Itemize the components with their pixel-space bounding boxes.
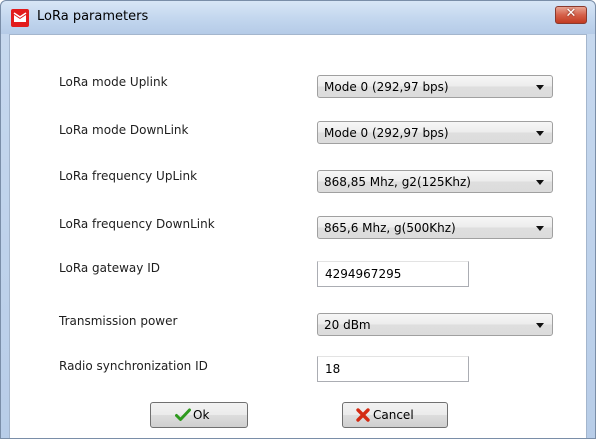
transmission-power-label: Transmission power [59, 314, 178, 328]
cancel-label: Cancel [373, 408, 414, 422]
sync-id-label: Radio synchronization ID [59, 359, 208, 373]
dialog-window: LoRa parameters ✕ LoRa mode Uplink Mode … [0, 0, 596, 439]
sync-id-value: 18 [325, 362, 341, 376]
close-button[interactable]: ✕ [555, 6, 587, 24]
title-bar[interactable]: LoRa parameters ✕ [1, 1, 595, 34]
ok-button[interactable]: Ok [150, 402, 248, 428]
uplink-mode-label: LoRa mode Uplink [59, 75, 168, 89]
transmission-power-select[interactable]: 20 dBm [317, 313, 553, 336]
downlink-frequency-label: LoRa frequency DownLink [59, 217, 215, 231]
gateway-id-label: LoRa gateway ID [59, 261, 160, 275]
downlink-mode-value: Mode 0 (292,97 bps) [324, 126, 449, 140]
close-icon: ✕ [565, 6, 577, 21]
checkmark-icon [175, 408, 191, 421]
app-icon [11, 9, 29, 27]
sync-id-input[interactable]: 18 [317, 356, 469, 382]
uplink-frequency-label: LoRa frequency UpLink [59, 169, 198, 183]
uplink-frequency-select[interactable]: 868,85 Mhz, g2(125Khz) [317, 170, 553, 193]
gateway-id-input[interactable]: 4294967295 [317, 261, 469, 287]
uplink-mode-value: Mode 0 (292,97 bps) [324, 80, 449, 94]
window-title: LoRa parameters [37, 9, 149, 24]
transmission-power-value: 20 dBm [324, 318, 371, 332]
chevron-down-icon [536, 85, 544, 90]
downlink-frequency-select[interactable]: 865,6 Mhz, g(500Khz) [317, 216, 553, 239]
chevron-down-icon [536, 180, 544, 185]
gateway-id-value: 4294967295 [325, 267, 402, 281]
uplink-frequency-value: 868,85 Mhz, g2(125Khz) [324, 175, 471, 189]
downlink-mode-label: LoRa mode DownLink [59, 123, 189, 137]
downlink-frequency-value: 865,6 Mhz, g(500Khz) [324, 221, 456, 235]
uplink-mode-select[interactable]: Mode 0 (292,97 bps) [317, 75, 553, 98]
chevron-down-icon [536, 131, 544, 136]
chevron-down-icon [536, 323, 544, 328]
cancel-button[interactable]: Cancel [342, 402, 448, 428]
chevron-down-icon [536, 226, 544, 231]
dialog-body: LoRa mode Uplink Mode 0 (292,97 bps) LoR… [9, 34, 587, 438]
cancel-x-icon [356, 408, 370, 422]
downlink-mode-select[interactable]: Mode 0 (292,97 bps) [317, 121, 553, 144]
ok-label: Ok [193, 408, 210, 422]
